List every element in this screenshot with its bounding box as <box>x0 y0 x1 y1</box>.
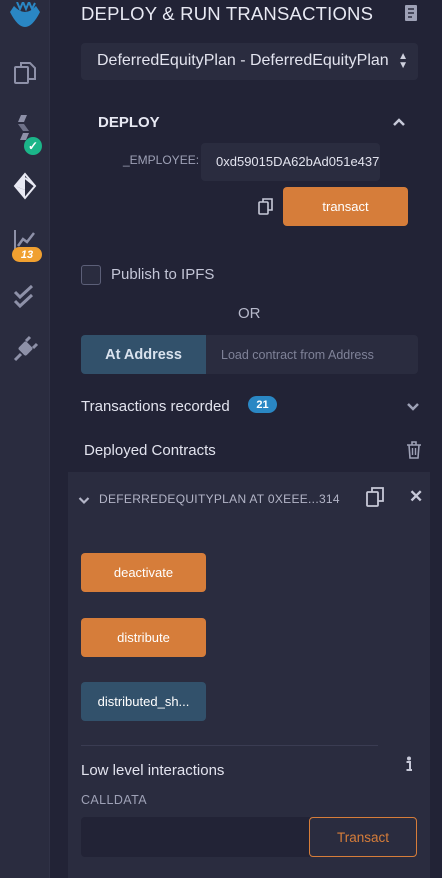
documentation-icon[interactable] <box>403 4 419 27</box>
contract-instance-title: DEFERREDEQUITYPLAN AT 0XEEE...314 <box>99 492 340 506</box>
distribute-button[interactable]: distribute <box>81 618 206 657</box>
load-contract-address-input[interactable]: Load contract from Address <box>206 335 418 374</box>
copy-address-icon[interactable] <box>366 487 384 512</box>
select-caret-icon: ▲ ▼ <box>398 51 408 71</box>
deploy-run-icon[interactable] <box>0 172 50 200</box>
transactions-count-badge: 21 <box>248 396 277 413</box>
employee-param-input[interactable]: 0xd59015DA62bAd051e4379Ff <box>201 143 380 181</box>
publish-ipfs-label: Publish to IPFS <box>111 266 215 283</box>
at-address-button[interactable]: At Address <box>81 335 206 374</box>
publish-ipfs-checkbox[interactable] <box>81 265 101 285</box>
trash-icon[interactable] <box>406 441 422 464</box>
analytics-badge: 13 <box>12 247 42 262</box>
deployed-contracts-label: Deployed Contracts <box>84 442 216 459</box>
deploy-transact-button[interactable]: transact <box>283 187 408 226</box>
copy-icon[interactable] <box>258 198 274 220</box>
transactions-recorded-label[interactable]: Transactions recorded <box>81 398 230 415</box>
remix-logo-icon[interactable] <box>0 0 50 38</box>
panel-title: DEPLOY & RUN TRANSACTIONS <box>81 3 374 24</box>
info-icon[interactable] <box>405 756 413 777</box>
chevron-down-icon[interactable] <box>78 492 90 510</box>
unit-test-icon[interactable] <box>0 283 50 311</box>
deactivate-button[interactable]: deactivate <box>81 553 206 592</box>
deployed-contract-card: DEFERREDEQUITYPLAN AT 0XEEE...314 ✕ deac… <box>68 472 430 878</box>
contract-select[interactable]: DeferredEquityPlan - DeferredEquityPlan … <box>81 43 418 80</box>
icon-bar: ✓ 13 <box>0 0 50 878</box>
file-explorer-icon[interactable] <box>0 58 50 88</box>
or-separator: OR <box>238 305 261 322</box>
chevron-up-icon[interactable] <box>392 114 406 132</box>
contract-select-value: DeferredEquityPlan - DeferredEquityPlan <box>97 52 389 69</box>
employee-param-label: _EMPLOYEE: <box>123 153 200 167</box>
divider <box>81 745 378 746</box>
contract-card-header[interactable]: DEFERREDEQUITYPLAN AT 0XEEE...314 ✕ <box>68 472 430 522</box>
deploy-run-panel: DEPLOY & RUN TRANSACTIONS DeferredEquity… <box>50 0 442 878</box>
distributed-shares-button[interactable]: distributed_sh... <box>81 682 206 721</box>
calldata-input[interactable] <box>81 817 310 857</box>
calldata-label: CALLDATA <box>81 793 147 807</box>
plugin-manager-icon[interactable] <box>0 335 50 363</box>
close-icon[interactable]: ✕ <box>409 487 423 507</box>
deploy-heading: DEPLOY <box>98 114 160 131</box>
low-level-interactions-label: Low level interactions <box>81 762 225 779</box>
low-level-transact-button[interactable]: Transact <box>309 817 417 857</box>
compile-success-icon: ✓ <box>24 137 42 155</box>
chevron-down-icon[interactable] <box>406 399 420 417</box>
